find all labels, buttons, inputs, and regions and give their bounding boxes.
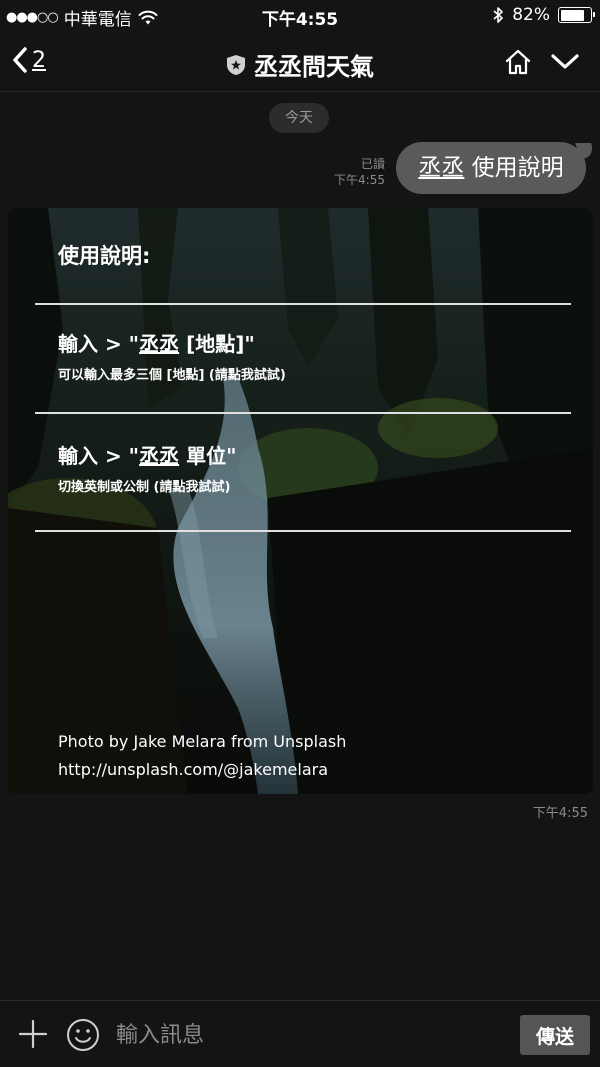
chevron-down-icon[interactable] [550,52,580,72]
outgoing-message-bubble[interactable]: 丞丞 使用說明 [396,142,586,194]
divider [35,530,571,532]
message-meta: 已讀 下午4:55 [334,156,385,188]
nav-bar: 2 丞丞問天氣 [0,32,600,92]
divider [35,412,571,414]
home-icon[interactable] [504,48,532,76]
message-time: 下午4:55 [334,173,385,187]
option-keyword: 丞丞 [139,444,180,468]
bluetooth-icon [493,7,504,23]
read-receipt: 已讀 [360,157,385,171]
option-hint: 可以輸入最多三個 [地點] (請點我試試) [58,368,286,383]
option-suffix: 單位" [179,444,237,468]
message-input[interactable] [116,1017,496,1053]
plus-icon[interactable] [18,1019,48,1049]
credit-text: Photo by Jake Melara from Unsplash [58,732,347,751]
credit-url[interactable]: http://unsplash.com/@jakemelara [58,756,346,784]
option-location[interactable]: 輸入 > "丞丞 [地點]" 可以輸入最多三個 [地點] (請點我試試) [58,328,286,383]
option-prefix: 輸入 > " [58,444,140,468]
send-button[interactable]: 傳送 [520,1015,590,1055]
mention-link[interactable]: 丞丞 [418,155,464,181]
battery-percent: 82% [512,5,550,25]
card-content: 使用說明: 輸入 > "丞丞 [地點]" 可以輸入最多三個 [地點] (請點我試… [8,208,593,794]
chat-title: 丞丞問天氣 [254,53,374,81]
nav-actions [504,48,580,76]
option-hint: 切換英制或公制 (請點我試試) [58,480,231,495]
message-input-bar: 傳送 [0,1000,600,1067]
option-suffix: [地點]" [179,332,255,356]
battery-icon [558,7,595,23]
battery-level [560,9,585,21]
option-unit[interactable]: 輸入 > "丞丞 單位" 切換英制或公制 (請點我試試) [58,440,237,495]
message-text: 使用說明 [464,155,564,181]
card-title: 使用說明: [58,244,151,268]
option-main-text: 輸入 > "丞丞 單位" [58,440,237,469]
emoji-icon[interactable] [66,1018,100,1052]
option-main-text: 輸入 > "丞丞 [地點]" [58,328,286,357]
instruction-card: 使用說明: 輸入 > "丞丞 [地點]" 可以輸入最多三個 [地點] (請點我試… [8,208,593,794]
official-account-shield-icon [227,54,245,75]
card-time: 下午4:55 [532,806,588,821]
date-separator: 今天 [269,103,329,133]
divider [35,303,571,305]
status-right: 82% [492,5,595,25]
photo-credit: Photo by Jake Melara from Unsplash http:… [58,728,346,784]
option-prefix: 輸入 > " [58,332,140,356]
status-bar: ●●●○○ 中華電信 下午4:55 82% [0,0,600,32]
option-keyword: 丞丞 [139,332,180,356]
